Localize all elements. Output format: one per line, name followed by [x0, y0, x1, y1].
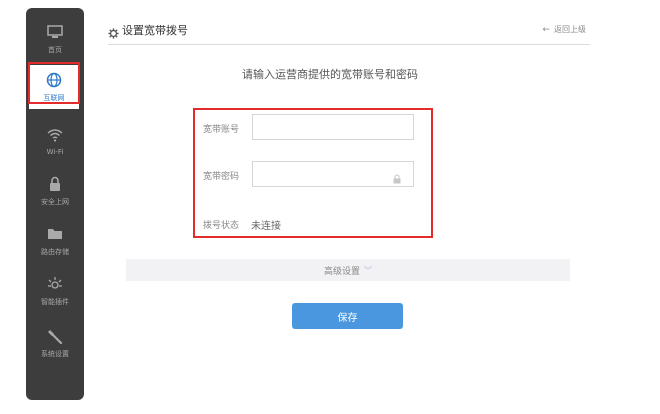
sidebar-item-label: Wi-Fi: [46, 148, 64, 156]
sidebar-item-wifi[interactable]: Wi-Fi: [26, 116, 84, 166]
back-link[interactable]: ← 返回上级: [542, 24, 586, 35]
account-label: 宽带账号: [203, 125, 240, 135]
sidebar-item-label: 首页: [48, 46, 62, 54]
sidebar-item-security[interactable]: 安全上网: [26, 166, 84, 216]
sidebar-item-label: 互联网: [43, 94, 65, 102]
home-icon: [45, 23, 65, 41]
advanced-settings-label: 高级设置: [323, 266, 360, 277]
gear-icon: [108, 24, 119, 39]
back-link-label: 返回上级: [554, 25, 586, 34]
password-label: 宽带密码: [203, 172, 240, 182]
page-title: 设置宽带拨号: [122, 24, 188, 37]
sidebar-item-label: 安全上网: [41, 198, 69, 206]
dial-status-label: 拨号状态: [203, 221, 240, 231]
dial-status-value: 未连接: [251, 221, 281, 232]
wrench-icon: [45, 327, 65, 345]
sidebar-item-label: 智能插件: [41, 298, 69, 306]
page-header: 设置宽带拨号 ← 返回上级: [108, 22, 590, 45]
sidebar-item-settings[interactable]: 系统设置: [26, 318, 84, 368]
sidebar-item-plugins[interactable]: 智能插件: [26, 266, 84, 316]
folder-icon: [45, 225, 65, 243]
lock-icon: [45, 175, 65, 193]
sidebar-item-label: 路由存储: [41, 248, 69, 256]
advanced-settings-toggle[interactable]: 高级设置 ︾: [126, 259, 570, 281]
lock-icon: [393, 169, 401, 184]
password-input[interactable]: [252, 161, 414, 187]
wifi-icon: [45, 126, 65, 144]
sidebar-item-storage[interactable]: 路由存储: [26, 216, 84, 266]
account-input[interactable]: [252, 114, 414, 140]
back-arrow-icon: ←: [542, 24, 550, 35]
form-subtitle: 请输入运营商提供的宽带账号和密码: [242, 68, 418, 81]
plugin-icon: [45, 275, 65, 293]
sidebar-item-label: 系统设置: [41, 350, 69, 358]
chevron-down-icon: ︾: [364, 265, 372, 275]
save-button[interactable]: 保存: [292, 303, 403, 329]
sidebar-item-home[interactable]: 首页: [26, 14, 84, 64]
